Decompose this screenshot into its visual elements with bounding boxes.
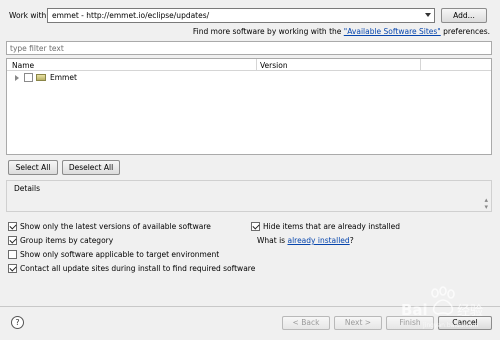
details-group: Details ▴ ▾ (6, 180, 492, 212)
deselect-all-button[interactable]: Deselect All (62, 160, 120, 175)
select-all-button[interactable]: Select All (8, 160, 58, 175)
filter-placeholder: type filter text (10, 44, 64, 53)
back-button[interactable]: < Back (282, 316, 330, 330)
feature-category-icon (36, 74, 46, 81)
contact-sites-checkbox[interactable] (8, 264, 17, 273)
footer-separator (0, 306, 500, 307)
target-env-label: Show only software applicable to target … (20, 250, 220, 259)
column-header-version[interactable]: Version (260, 61, 288, 70)
group-by-category-checkbox[interactable] (8, 236, 17, 245)
find-more-suffix: preferences. (440, 27, 490, 36)
group-by-category-label: Group items by category (20, 236, 114, 245)
latest-versions-label: Show only the latest versions of availab… (20, 222, 211, 231)
table-row[interactable]: Emmet (7, 72, 491, 84)
row-name: Emmet (50, 73, 77, 82)
find-more-text: Find more software by working with the "… (193, 27, 490, 37)
software-table: Name Version Emmet (6, 58, 492, 155)
column-divider[interactable] (420, 59, 421, 71)
scroll-arrows-icon[interactable]: ▴ ▾ (484, 197, 488, 211)
target-env-checkbox[interactable] (8, 250, 17, 259)
work-with-label: Work with: (9, 11, 49, 20)
what-is-suffix: ? (349, 236, 354, 245)
filter-input[interactable]: type filter text (6, 41, 492, 55)
what-is-prefix: What is (257, 236, 288, 245)
table-header: Name Version (7, 59, 491, 71)
already-installed-link[interactable]: already installed (287, 236, 349, 245)
help-icon[interactable]: ? (11, 316, 24, 329)
work-with-value: emmet - http://emmet.io/eclipse/updates/ (52, 11, 210, 20)
contact-sites-label: Contact all update sites during install … (20, 264, 256, 273)
next-button[interactable]: Next > (334, 316, 382, 330)
chevron-down-icon[interactable] (425, 13, 431, 17)
emmet-checkbox[interactable] (24, 73, 33, 82)
work-with-combo[interactable]: emmet - http://emmet.io/eclipse/updates/ (47, 8, 435, 23)
column-divider[interactable] (256, 59, 257, 71)
add-button[interactable]: Add... (441, 8, 487, 23)
hide-installed-label: Hide items that are already installed (263, 222, 401, 231)
column-header-name[interactable]: Name (12, 61, 34, 70)
available-sites-link[interactable]: "Available Software Sites" (344, 27, 441, 36)
cancel-button[interactable]: Cancel (438, 316, 492, 330)
finish-button[interactable]: Finish (386, 316, 434, 330)
what-is-text: What is already installed? (257, 236, 354, 246)
expand-arrow-icon[interactable] (15, 75, 19, 81)
hide-installed-checkbox[interactable] (251, 222, 260, 231)
find-more-prefix: Find more software by working with the (192, 27, 344, 36)
details-title: Details (14, 184, 41, 193)
latest-versions-checkbox[interactable] (8, 222, 17, 231)
